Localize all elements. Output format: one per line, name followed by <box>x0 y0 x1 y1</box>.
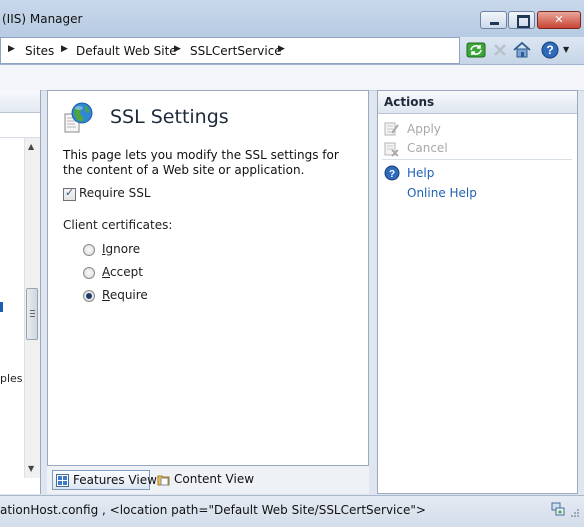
cancel-icon <box>384 142 399 157</box>
globe-page-icon <box>64 102 93 133</box>
ignore-radio[interactable] <box>83 244 95 256</box>
maximize-icon <box>517 15 530 28</box>
vertical-scrollbar[interactable]: ▲ ▼ <box>24 138 40 478</box>
chevron-right-icon[interactable]: ▶ <box>61 44 68 54</box>
breadcrumb: ▶ Sites ▶ Default Web Site ▶ SSLCertServ… <box>0 37 460 64</box>
online-help-action[interactable]: Online Help <box>407 186 477 200</box>
actions-title: Actions <box>384 95 435 109</box>
checkmark-icon: ✓ <box>65 186 75 199</box>
ssl-settings-panel: SSL Settings This page lets you modify t… <box>47 90 369 466</box>
chevron-right-icon[interactable]: ▶ <box>8 44 15 54</box>
status-text: ationHost.config , <location path="Defau… <box>0 503 426 517</box>
help-icon: ? <box>384 165 400 181</box>
radio-selected-dot <box>86 293 92 299</box>
actions-pane: Actions Apply Cancel ? Help Online Help <box>377 90 578 494</box>
home-icon[interactable] <box>512 40 532 60</box>
require-ssl-label[interactable]: Require SSL <box>79 186 151 200</box>
scroll-up-icon[interactable]: ▲ <box>28 142 34 151</box>
chevron-right-icon[interactable]: ▶ <box>278 44 285 54</box>
chevron-right-icon[interactable]: ▶ <box>174 44 181 54</box>
require-ssl-checkbox[interactable]: ✓ <box>63 186 76 201</box>
tab-features-view-label: Features View <box>73 473 157 487</box>
accept-radio-label[interactable]: Accept <box>102 265 143 279</box>
close-button[interactable]: ✕ <box>537 11 581 29</box>
minimize-button[interactable] <box>480 11 507 29</box>
network-status-icon <box>551 502 565 516</box>
grip-icon <box>30 310 35 311</box>
page-title: SSL Settings <box>110 106 229 128</box>
actions-header: Actions <box>378 91 577 114</box>
accept-radio[interactable] <box>83 267 95 279</box>
client-certificates-label: Client certificates: <box>63 218 173 232</box>
apply-icon <box>384 122 399 136</box>
page-description: This page lets you modify the SSL settin… <box>63 148 339 177</box>
scroll-down-icon[interactable]: ▼ <box>28 464 34 473</box>
svg-text:?: ? <box>546 43 553 57</box>
actions-divider <box>382 159 572 160</box>
connections-toolbar <box>0 113 40 138</box>
breadcrumb-sslcertservice[interactable]: SSLCertService <box>190 44 282 58</box>
breadcrumb-sites[interactable]: Sites <box>25 44 54 58</box>
close-icon: ✕ <box>554 13 564 26</box>
maximize-button[interactable] <box>508 11 535 29</box>
scrollbar-thumb[interactable] <box>26 288 38 340</box>
tab-content-view[interactable]: Content View <box>154 470 254 490</box>
cancel-action[interactable]: Cancel <box>407 141 448 155</box>
tree-item-label[interactable]: ples <box>0 372 23 385</box>
apply-action[interactable]: Apply <box>407 122 441 136</box>
refresh-icon[interactable] <box>466 40 486 60</box>
tab-content-view-label: Content View <box>174 472 255 486</box>
svg-text:?: ? <box>389 169 395 180</box>
tab-features-view[interactable]: Features View <box>52 470 157 490</box>
status-bar: ationHost.config , <location path="Defau… <box>0 495 584 527</box>
require-radio-label[interactable]: Require <box>102 288 148 302</box>
help-icon[interactable]: ? <box>540 40 560 60</box>
content-view-icon <box>157 475 170 486</box>
window-title: (IIS) Manager <box>2 12 83 26</box>
chevron-down-icon[interactable]: ▼ <box>563 45 569 54</box>
menu-strip <box>0 65 584 91</box>
features-view-icon <box>56 474 69 487</box>
address-bar: ▶ Sites ▶ Default Web Site ▶ SSLCertServ… <box>0 37 584 65</box>
title-bar: (IIS) Manager ✕ <box>0 0 584 37</box>
require-radio[interactable] <box>83 290 95 302</box>
stop-icon[interactable] <box>490 40 510 60</box>
help-action[interactable]: Help <box>407 166 434 180</box>
resize-grip-icon[interactable] <box>570 508 580 518</box>
ignore-radio-label[interactable]: Ignore <box>102 242 140 256</box>
view-tabs: Features View Content View <box>47 466 369 494</box>
connections-pane: ples ▲ ▼ <box>0 90 41 494</box>
minimize-icon <box>490 22 499 25</box>
connections-header <box>0 90 40 113</box>
breadcrumb-default-web-site[interactable]: Default Web Site <box>76 44 177 58</box>
tree-item-link[interactable] <box>0 302 3 312</box>
